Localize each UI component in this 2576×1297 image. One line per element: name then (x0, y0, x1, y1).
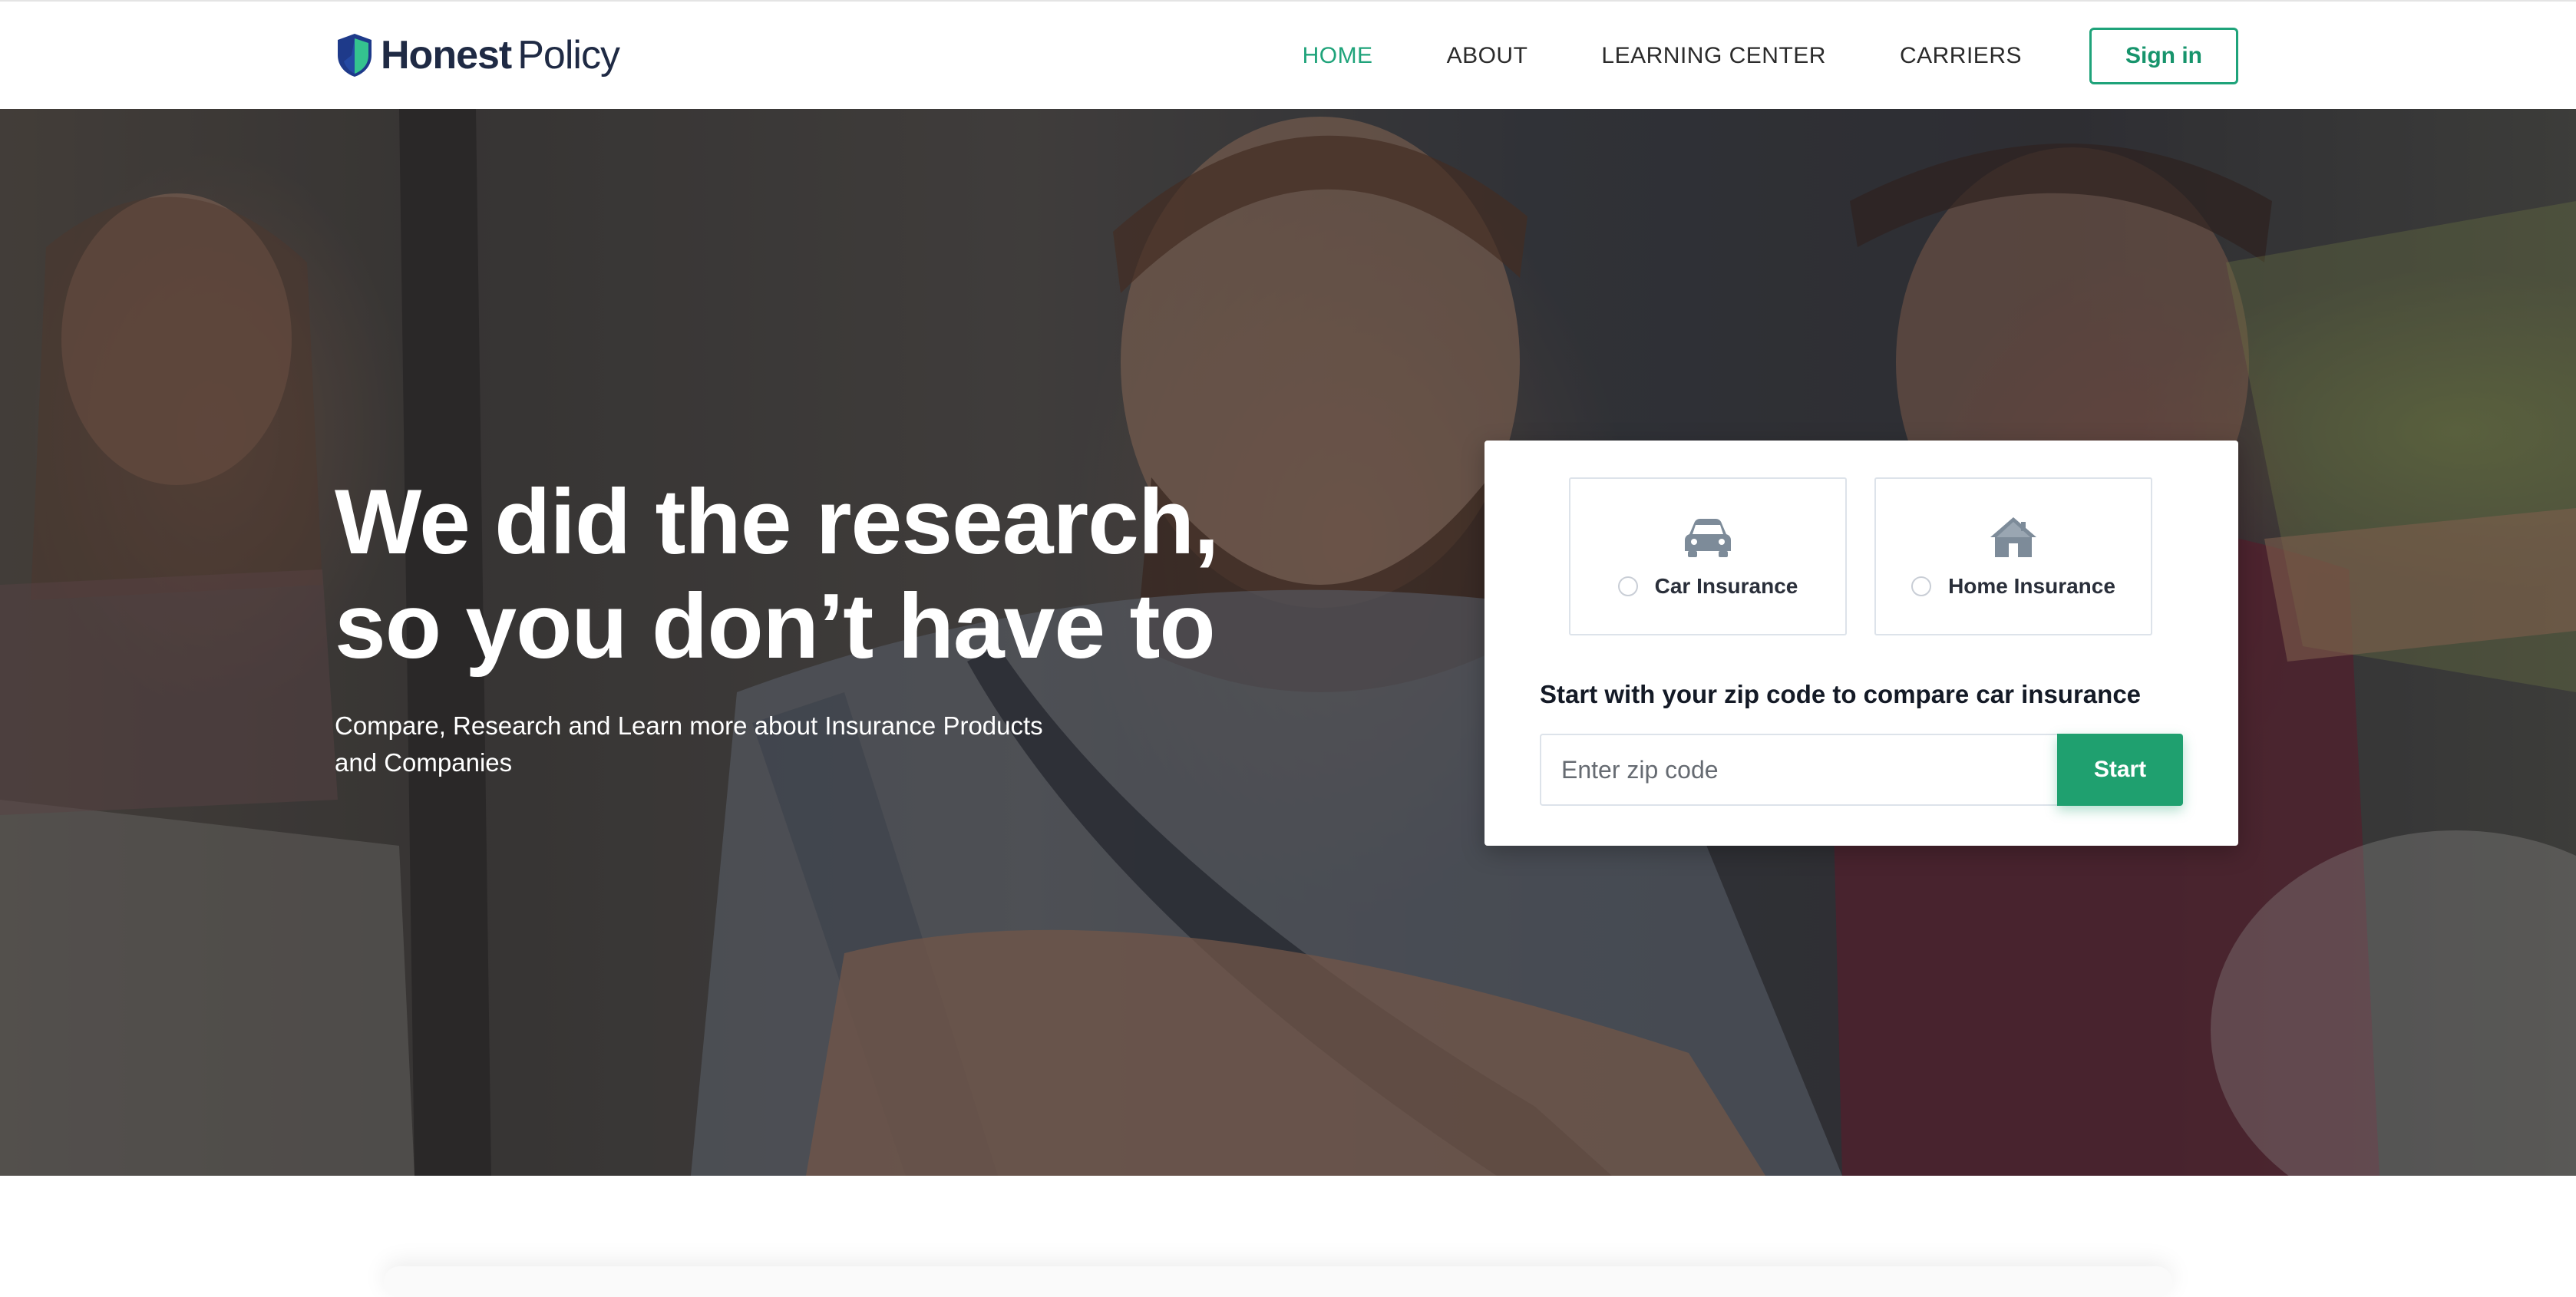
hero-subtitle-line-2: and Companies (335, 748, 513, 777)
car-insurance-label: Car Insurance (1654, 574, 1798, 598)
logo-brand-light: Policy (517, 33, 620, 78)
hero-title-line-2: so you don’t have to (335, 575, 1216, 678)
car-insurance-option[interactable]: Car Insurance (1569, 477, 1847, 635)
quote-card: Car Insurance Home Insurance Start with … (1485, 441, 2238, 846)
nav-about[interactable]: ABOUT (1447, 43, 1528, 69)
nav-learning-center[interactable]: LEARNING CENTER (1601, 43, 1826, 69)
zip-heading: Start with your zip code to compare car … (1540, 680, 2142, 708)
home-insurance-radio[interactable] (1911, 576, 1932, 596)
main-nav: HOME ABOUT LEARNING CENTER CARRIERS Sign… (1303, 28, 2238, 84)
nav-carriers[interactable]: CARRIERS (1900, 43, 2022, 69)
logo-brand-strong: Honest (381, 33, 512, 78)
hero-subtitle-line-1: Compare, Research and Learn more about I… (335, 711, 1043, 740)
nav-home[interactable]: HOME (1303, 43, 1373, 69)
car-icon (1685, 519, 1731, 557)
logo[interactable]: Honest Policy (335, 31, 620, 80)
content-card-edge (384, 1266, 2172, 1297)
house-icon (1990, 517, 2036, 557)
start-button[interactable]: Start (2057, 734, 2183, 806)
site-header: Honest Policy HOME ABOUT LEARNING CENTER … (0, 0, 2576, 109)
sign-in-button[interactable]: Sign in (2089, 28, 2238, 84)
hero-title: We did the research, so you don’t have t… (335, 470, 1409, 678)
content-section (0, 1176, 2576, 1297)
shield-icon (338, 34, 372, 77)
home-insurance-option[interactable]: Home Insurance (1874, 477, 2152, 635)
hero-subtitle: Compare, Research and Learn more about I… (335, 708, 1148, 781)
hero-title-line-1: We did the research, (335, 470, 1220, 573)
home-insurance-label: Home Insurance (1948, 574, 2115, 598)
zip-code-input[interactable] (1540, 734, 2059, 806)
car-insurance-radio[interactable] (1617, 576, 1638, 596)
